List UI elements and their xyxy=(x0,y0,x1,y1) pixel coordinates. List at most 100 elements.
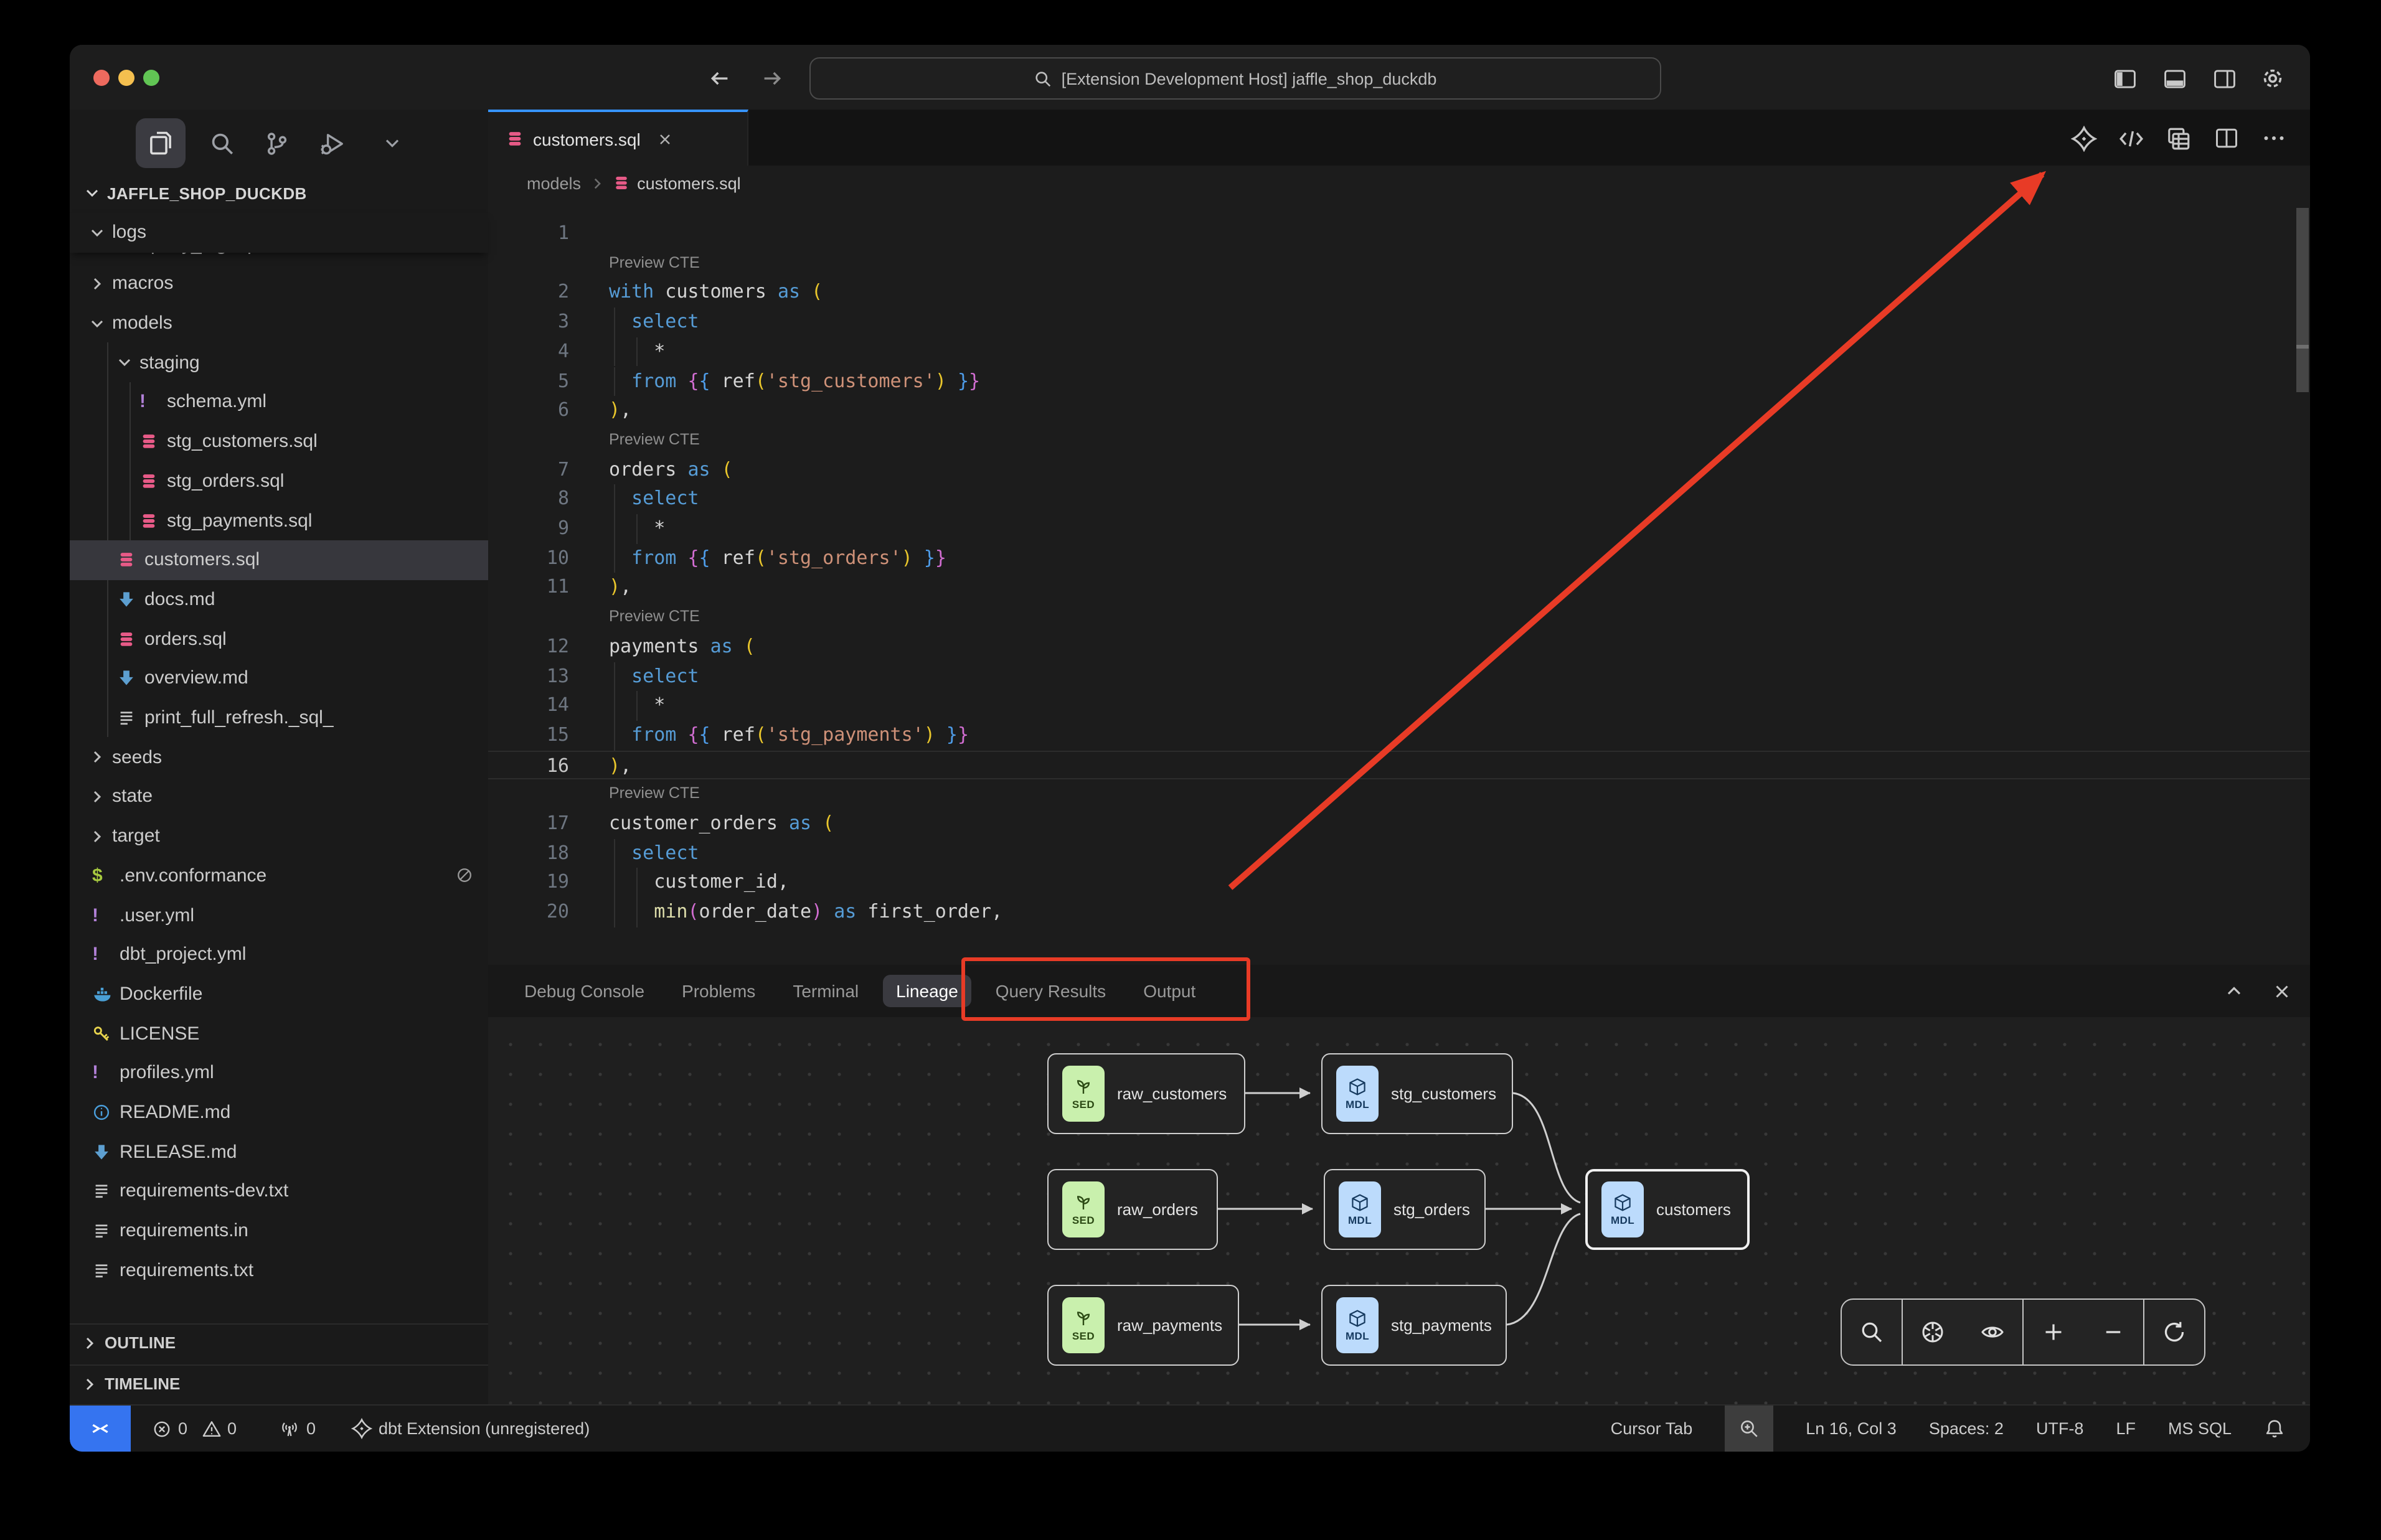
lineage-node-stg_customers[interactable]: MDLstg_customers xyxy=(1321,1053,1513,1134)
tree-item-requirements-dev-txt[interactable]: requirements-dev.txt xyxy=(70,1171,488,1211)
back-button[interactable] xyxy=(705,63,735,93)
lineage-zoom-in-button[interactable] xyxy=(2024,1302,2083,1363)
dbt-power-user-button[interactable] xyxy=(2067,123,2100,153)
codelens-preview-cte[interactable]: Preview CTE xyxy=(609,248,700,278)
tree-item-requirements-in[interactable]: requirements.in xyxy=(70,1211,488,1251)
toggle-panel-button[interactable] xyxy=(2158,63,2190,93)
tree-item-dbt-project-yml[interactable]: !dbt_project.yml xyxy=(70,935,488,974)
line-col-status[interactable]: Ln 16, Col 3 xyxy=(1806,1419,1897,1438)
forward-button[interactable] xyxy=(757,63,787,93)
lines-icon xyxy=(92,1251,111,1290)
tree-item-stg-customers-sql[interactable]: stg_customers.sql xyxy=(70,422,488,461)
tree-item-schema-yml[interactable]: !schema.yml xyxy=(70,382,488,421)
tree-item-docs-md[interactable]: docs.md xyxy=(70,580,488,619)
tab-customers-sql[interactable]: customers.sql xyxy=(488,110,748,166)
traffic-light-minimize[interactable] xyxy=(118,70,134,86)
gear-icon xyxy=(2260,66,2285,91)
lineage-zoom-out-button[interactable] xyxy=(2083,1302,2143,1363)
settings-button[interactable] xyxy=(2256,63,2289,93)
toggle-primary-sidebar-button[interactable] xyxy=(2108,63,2141,93)
lineage-node-raw_orders[interactable]: SEDraw_orders xyxy=(1047,1169,1218,1250)
lineage-snapshot-button[interactable] xyxy=(1903,1302,1963,1363)
outline-section-header[interactable]: OUTLINE xyxy=(70,1323,488,1361)
encoding-status[interactable]: UTF-8 xyxy=(2036,1419,2084,1438)
lineage-node-stg_payments[interactable]: MDLstg_payments xyxy=(1321,1285,1507,1366)
token: } xyxy=(935,546,946,568)
chevron-down-icon xyxy=(115,343,134,382)
bell-icon[interactable] xyxy=(2264,1418,2285,1439)
node-label: stg_customers xyxy=(1391,1084,1496,1103)
refresh-icon xyxy=(2162,1320,2187,1345)
lineage-node-customers[interactable]: MDLcustomers xyxy=(1585,1169,1750,1250)
lineage-node-raw_payments[interactable]: SEDraw_payments xyxy=(1047,1285,1239,1366)
tree-item-staging[interactable]: staging xyxy=(70,343,488,382)
tree-item-profiles-yml[interactable]: !profiles.yml xyxy=(70,1053,488,1092)
panel-tab-problems[interactable]: Problems xyxy=(668,975,769,1007)
tree-item-logs[interactable]: logs xyxy=(70,213,488,252)
maximize-panel-button[interactable] xyxy=(2218,976,2250,1006)
tree-item-models[interactable]: models xyxy=(70,303,488,342)
tree-item-target[interactable]: target xyxy=(70,817,488,856)
compiled-code-button[interactable] xyxy=(2115,123,2147,153)
lineage-visibility-button[interactable] xyxy=(1963,1302,2022,1363)
query-results-button[interactable] xyxy=(2162,123,2194,153)
problems-status[interactable]: 0 0 xyxy=(152,1406,237,1452)
zoom-status[interactable] xyxy=(1725,1406,1773,1452)
codelens-preview-cte[interactable]: Preview CTE xyxy=(609,603,700,632)
code-line-4: 4 * xyxy=(488,337,2310,367)
token: { xyxy=(687,546,699,568)
lineage-node-raw_customers[interactable]: SEDraw_customers xyxy=(1047,1053,1245,1134)
tree-item-license[interactable]: LICENSE xyxy=(70,1014,488,1053)
tree-item--user-yml[interactable]: !.user.yml xyxy=(70,895,488,934)
cursor-tab-status[interactable]: Cursor Tab xyxy=(1611,1419,1693,1438)
breadcrumb-models[interactable]: models xyxy=(527,174,581,192)
tree-item-seeds[interactable]: seeds xyxy=(70,738,488,777)
panel-tab-terminal[interactable]: Terminal xyxy=(779,975,872,1007)
tree-item-readme-md[interactable]: README.md xyxy=(70,1092,488,1132)
tree-item-dockerfile[interactable]: Dockerfile xyxy=(70,974,488,1013)
command-center-search[interactable]: [Extension Development Host] jaffle_shop… xyxy=(809,57,1661,100)
tree-item-macros[interactable]: macros xyxy=(70,264,488,303)
language-mode-status[interactable]: MS SQL xyxy=(2168,1419,2232,1438)
timeline-section-header[interactable]: TIMELINE xyxy=(70,1364,488,1402)
breadcrumb-file[interactable]: customers.sql xyxy=(637,174,741,192)
panel-tab-lineage[interactable]: Lineage xyxy=(882,975,972,1007)
eol-status[interactable]: LF xyxy=(2116,1419,2136,1438)
tree-item-stg-orders-sql[interactable]: stg_orders.sql xyxy=(70,461,488,500)
close-icon[interactable] xyxy=(657,130,674,148)
scrollbar-thumb[interactable] xyxy=(2296,208,2309,392)
tree-item-overview-md[interactable]: overview.md xyxy=(70,659,488,698)
codelens-preview-cte[interactable]: Preview CTE xyxy=(609,780,700,809)
traffic-light-close[interactable] xyxy=(93,70,110,86)
ports-status[interactable]: 0 xyxy=(279,1406,316,1452)
token xyxy=(676,723,687,746)
code-editor[interactable]: 1Preview CTE2with customers as (3 select… xyxy=(488,200,2310,965)
remote-indicator[interactable] xyxy=(70,1406,131,1452)
tree-item-stg-payments-sql[interactable]: stg_payments.sql xyxy=(70,500,488,540)
indentation-status[interactable]: Spaces: 2 xyxy=(1929,1419,2004,1438)
tree-item--env-conformance[interactable]: $.env.conformance xyxy=(70,856,488,895)
tree-item-release-md[interactable]: RELEASE.md xyxy=(70,1132,488,1171)
toggle-secondary-sidebar-button[interactable] xyxy=(2208,63,2240,93)
tree-item-requirements-txt[interactable]: requirements.txt xyxy=(70,1251,488,1290)
tree-item-print-full-refresh-sql-[interactable]: print_full_refresh._sql_ xyxy=(70,698,488,737)
split-editor-button[interactable] xyxy=(2210,123,2243,153)
yaml-warning-icon: ! xyxy=(92,935,98,974)
codelens-preview-cte[interactable]: Preview CTE xyxy=(609,426,700,455)
tree-item-customers-sql[interactable]: customers.sql xyxy=(70,540,488,580)
close-panel-button[interactable] xyxy=(2265,976,2298,1006)
lineage-panel: SEDraw_customersMDLstg_customersSEDraw_o… xyxy=(488,1017,2310,1406)
badge-label: MDL xyxy=(1611,1214,1634,1226)
code-line-11: 11), xyxy=(488,573,2310,603)
dbt-extension-status[interactable]: dbt Extension (unregistered) xyxy=(351,1406,590,1452)
lineage-refresh-button[interactable] xyxy=(2144,1302,2204,1363)
lineage-node-stg_orders[interactable]: MDLstg_orders xyxy=(1324,1169,1486,1250)
traffic-light-zoom[interactable] xyxy=(143,70,159,86)
more-actions-button[interactable] xyxy=(2258,123,2290,153)
lineage-search-button[interactable] xyxy=(1842,1302,1902,1363)
tree-item-orders-sql[interactable]: orders.sql xyxy=(70,619,488,659)
tree-item-state[interactable]: state xyxy=(70,777,488,816)
code-line-12: 12payments as ( xyxy=(488,632,2310,662)
editor-scrollbar[interactable] xyxy=(2295,200,2310,965)
panel-tab-debug-console[interactable]: Debug Console xyxy=(511,975,658,1007)
